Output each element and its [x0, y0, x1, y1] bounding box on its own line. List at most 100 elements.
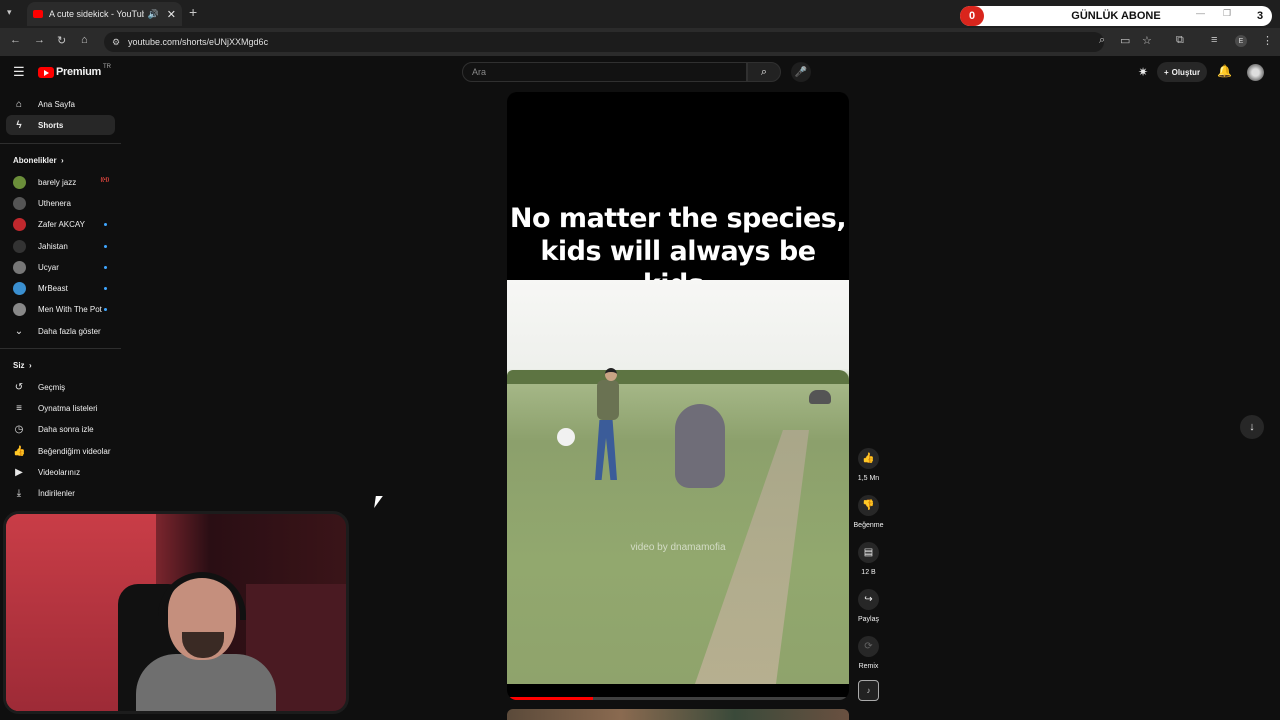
live-indicator-icon: ((•)): [100, 177, 109, 183]
chevron-right-icon: ›: [26, 361, 32, 370]
mouse-cursor: [374, 496, 383, 508]
subscriptions-heading[interactable]: Abonelikler ›: [13, 156, 64, 165]
install-app-icon[interactable]: ▭: [1120, 34, 1130, 47]
channel-name: Jahistan: [38, 241, 68, 251]
url-text: youtube.com/shorts/eUNjXXMgd6c: [128, 37, 269, 47]
restore-icon[interactable]: ❐: [1223, 8, 1231, 19]
plus-icon: +: [1163, 67, 1169, 77]
shorts-video-player[interactable]: No matter the species, kids will always …: [507, 92, 849, 700]
show-more-button[interactable]: ⌄ Daha fazla göster: [6, 321, 115, 341]
url-field[interactable]: ⚙ youtube.com/shorts/eUNjXXMgd6c: [104, 32, 1104, 52]
site-info-icon[interactable]: ⚙: [112, 37, 120, 48]
video-progress-bar[interactable]: [507, 697, 849, 700]
search-button[interactable]: ⌕: [747, 62, 781, 82]
sidebar-item-watch-later[interactable]: ◷ Daha sonra izle: [6, 419, 115, 439]
forward-icon[interactable]: →: [34, 34, 45, 46]
streamer-webcam: [3, 511, 349, 714]
sidebar-item-subscription[interactable]: Zafer AKCAY: [6, 214, 115, 234]
next-video-button[interactable]: ↓: [1240, 415, 1264, 439]
hamburger-menu-icon[interactable]: ☰: [13, 64, 25, 80]
sidebar-item-history[interactable]: ↺ Geçmiş: [6, 377, 115, 397]
like-count: 1,5 Mn: [857, 475, 880, 482]
sidebar-item-label: Shorts: [38, 120, 64, 130]
youtube-premium-logo[interactable]: Premium TR: [38, 64, 111, 78]
comments-button[interactable]: ▤: [858, 542, 879, 563]
browser-menu-icon[interactable]: ⋮: [1262, 34, 1273, 47]
new-tab-button[interactable]: +: [189, 4, 197, 20]
cast-spark-icon[interactable]: ✷: [1138, 65, 1148, 79]
sidebar-divider: [0, 348, 121, 349]
search-input[interactable]: Ara: [462, 62, 747, 82]
window-controls: — ❐: [1196, 8, 1231, 19]
new-content-dot: [104, 223, 107, 226]
voice-search-button[interactable]: 🎤: [791, 62, 811, 82]
zoom-icon[interactable]: ⌕: [1099, 34, 1105, 47]
video-progress-fill: [507, 697, 593, 700]
tab-close-icon[interactable]: ✕: [167, 8, 176, 21]
notifications-bell-icon[interactable]: 🔔: [1217, 64, 1232, 78]
like-button[interactable]: 👍: [858, 448, 879, 469]
remix-label: Remix: [858, 663, 879, 670]
sidebar-item-shorts[interactable]: ϟ Shorts: [6, 115, 115, 135]
next-short-preview[interactable]: [507, 709, 849, 720]
remix-button[interactable]: ⟳: [858, 636, 879, 657]
thumbs-down-icon: 👎: [862, 500, 875, 511]
create-button[interactable]: + Oluştur: [1157, 62, 1207, 82]
sidebar-item-your-videos[interactable]: ▶ Videolarınız: [6, 462, 115, 482]
sidebar-item-subscription[interactable]: Jahistan: [6, 236, 115, 256]
you-heading[interactable]: Siz ›: [13, 361, 32, 370]
browser-tab[interactable]: A cute sidekick - YouTube 🔊 ✕: [27, 2, 182, 26]
sidebar-item-subscription[interactable]: Ucyar: [6, 257, 115, 277]
new-content-dot: [104, 266, 107, 269]
home-icon: ⌂: [15, 98, 23, 110]
dislike-button[interactable]: 👎: [858, 495, 879, 516]
sidebar-divider: [0, 143, 121, 144]
channel-name: Ucyar: [38, 262, 59, 272]
new-content-dot: [104, 245, 107, 248]
channel-name: Uthenera: [38, 198, 71, 208]
download-icon: ⤓: [16, 487, 22, 499]
channel-name: Men With The Pot: [38, 304, 102, 314]
video-frame: video by dnamamofia: [507, 280, 849, 684]
chevron-down-icon: ⌄: [14, 325, 24, 337]
minimize-icon[interactable]: —: [1196, 8, 1205, 19]
channel-avatar: [13, 260, 26, 274]
treeline: [507, 370, 849, 384]
back-icon[interactable]: ←: [10, 34, 21, 46]
sidebar-item-playlists[interactable]: ≡ Oynatma listeleri: [6, 398, 115, 418]
sidebar-item-home[interactable]: ⌂ Ana Sayfa: [6, 94, 115, 114]
sidebar-item-liked-videos[interactable]: 👍 Beğendiğim videolar: [6, 441, 115, 461]
dirt-path: [679, 430, 809, 684]
home-browser-icon[interactable]: ⌂: [81, 34, 88, 46]
sound-thumbnail[interactable]: ♪: [858, 680, 879, 701]
sidebar-item-label: Videolarınız: [38, 467, 81, 477]
sidebar-item-label: İndirilenler: [38, 488, 75, 498]
media-control-icon[interactable]: ≡: [1211, 34, 1217, 46]
webcam-person-body: [136, 654, 276, 711]
account-avatar[interactable]: [1247, 64, 1264, 81]
speaker-icon[interactable]: 🔊: [148, 9, 159, 20]
sidebar-item-label: Oynatma listeleri: [38, 403, 98, 413]
sub-widget-right-count: 3: [1256, 10, 1264, 22]
sidebar-item-label: Ana Sayfa: [38, 99, 75, 109]
sidebar-item-downloads[interactable]: ⤓ İndirilenler: [6, 483, 115, 503]
shorts-icon: ϟ: [16, 119, 22, 131]
bookmark-star-icon[interactable]: ☆: [1142, 34, 1152, 47]
sidebar-item-subscription[interactable]: MrBeast: [6, 278, 115, 298]
browser-profile-avatar[interactable]: E: [1235, 35, 1247, 47]
subscriptions-heading-label: Abonelikler: [13, 156, 57, 165]
video-watermark: video by dnamamofia: [630, 542, 726, 553]
channel-name: Zafer AKCAY: [38, 219, 85, 229]
thumbs-up-icon: 👍: [13, 445, 26, 457]
extensions-icon[interactable]: ⧉: [1176, 34, 1184, 47]
share-button[interactable]: ↪: [858, 589, 879, 610]
tab-search-chevron-icon[interactable]: ▾: [7, 7, 12, 18]
sidebar-item-subscription[interactable]: Uthenera: [6, 193, 115, 213]
comments-count: 12 B: [861, 569, 876, 576]
clock-icon: ◷: [14, 423, 24, 435]
comment-icon: ▤: [863, 547, 874, 558]
sidebar-item-subscription[interactable]: Men With The Pot: [6, 299, 115, 319]
reload-icon[interactable]: ↻: [57, 34, 66, 47]
dislike-label: Beğenme: [853, 522, 884, 529]
sidebar-item-subscription[interactable]: barely jazz ((•)): [6, 172, 115, 192]
